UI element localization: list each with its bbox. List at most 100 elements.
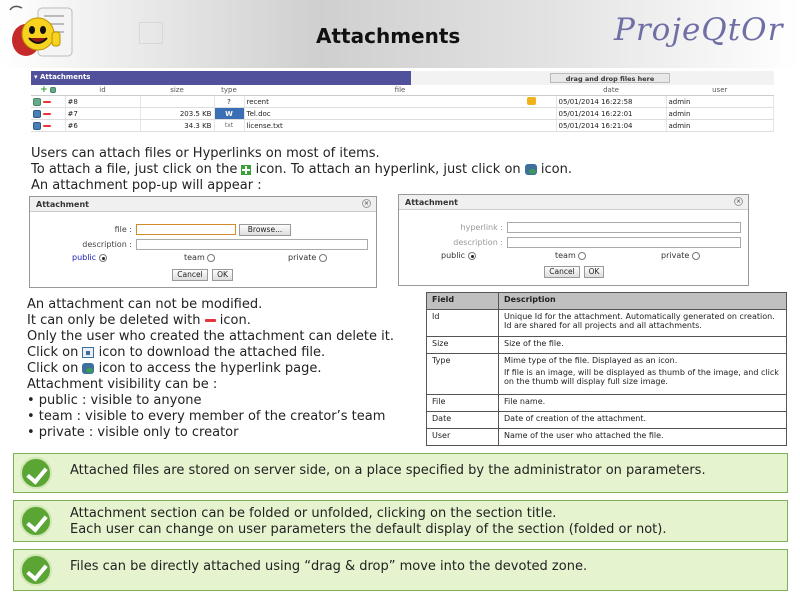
intro-line-2: To attach a file, just click on the icon… [31,162,572,178]
close-icon[interactable]: × [362,199,371,208]
cell-type: txt [214,119,245,132]
col-date: date [556,85,666,96]
header-field: Field [426,292,499,310]
browse-button[interactable]: Browse... [239,224,291,236]
download-icon[interactable] [33,121,41,130]
rules-line-5a: Click on [27,361,79,376]
ok-button[interactable]: OK [584,266,604,278]
public-label: public [72,253,97,262]
field-desc: Mime type of the file. Displayed as an i… [504,356,678,365]
private-option[interactable]: private [661,251,700,260]
delete-icon[interactable] [43,112,51,115]
attachments-section-title[interactable]: ▾ Attachments [34,73,90,81]
dialog-title-text: Attachment [36,200,89,209]
attachment-file-dialog: Attachment × file : Browse... descriptio… [29,196,377,288]
cell-date: 05/01/2014 16:22:58 [556,95,667,108]
cell-user: admin [666,95,774,108]
table-row: Id Unique Id for the attachment. Automat… [426,309,787,337]
cell-user: admin [666,119,774,132]
team-radio[interactable] [578,251,587,260]
field-desc: Unique Id for the attachment. Automatica… [498,309,787,337]
rules-line-4b: icon to download the attached file. [98,345,326,360]
col-file: file [244,85,556,96]
attachment-link-dialog: Attachment × hyperlink : description : p… [398,194,749,286]
cell-type: ? [214,95,245,108]
table-row: Type Mime type of the file. Displayed as… [426,353,787,395]
cell-date: 05/01/2014 16:21:04 [556,119,667,132]
public-radio[interactable] [467,251,476,260]
header-frame [139,22,163,44]
table-row: #7 203.5 KB W Tel.doc 05/01/2014 16:22:0… [31,107,774,120]
table-header-row: + id size type file date user [31,85,774,96]
team-radio[interactable] [207,253,216,262]
col-user: user [666,85,774,96]
rules-text: An attachment can not be modified. It ca… [27,297,394,441]
description-input[interactable] [507,237,741,248]
add-link-icon[interactable] [49,87,56,93]
cell-date: 05/01/2014 16:22:01 [556,107,667,120]
private-option[interactable]: private [288,253,327,262]
col-size: size [140,85,214,96]
cell-file: Tel.doc [244,107,557,120]
ok-button[interactable]: OK [212,269,233,281]
field-name: Size [426,336,499,354]
hyperlink-icon[interactable] [33,97,41,106]
tip-box-2: Attachment section can be folded or unfo… [13,500,788,542]
attachments-section: ▾ Attachments drag and drop files here +… [31,71,774,141]
team-label: team [555,251,576,260]
description-label: description : [82,240,132,249]
intro-line-2b: icon. To attach an hyperlink, just click… [255,162,521,177]
private-radio[interactable] [691,251,700,260]
cancel-button[interactable]: Cancel [172,269,208,281]
intro-line-2c: icon. [540,162,573,177]
private-radio[interactable] [318,253,327,262]
tip-text: Attached files are stored on server side… [70,463,706,478]
team-label: team [184,253,205,262]
table-row: Date Date of creation of the attachment. [426,411,787,429]
rules-line-5b: icon to access the hyperlink page. [98,361,322,376]
dialog-title: Attachment × [399,195,748,210]
table-row: Size Size of the file. [426,336,787,354]
public-option[interactable]: public [72,253,107,262]
delete-icon[interactable] [43,124,51,127]
download-icon[interactable] [33,109,41,118]
field-table-header: Field Description [426,292,787,310]
add-file-icon[interactable]: + [40,85,48,95]
cell-size [140,95,215,108]
field-name: Type [426,353,499,395]
tip-box-3: Files can be directly attached using “dr… [13,549,788,591]
rules-line-5: Click on icon to access the hyperlink pa… [27,361,394,377]
public-radio[interactable] [98,253,107,262]
cancel-button[interactable]: Cancel [544,266,580,278]
private-label: private [288,253,317,262]
drag-drop-zone[interactable]: drag and drop files here [550,73,670,83]
file-input[interactable] [136,224,236,235]
table-row: #8 ? recent 05/01/2014 16:22:58 admin [31,95,774,108]
intro-line-3: An attachment pop-up will appear : [31,178,262,193]
tip-box-1: Attached files are stored on server side… [13,453,788,493]
row-actions [31,107,66,120]
team-option[interactable]: team [555,251,587,260]
field-name: Date [426,411,499,429]
download-icon [82,347,95,358]
dialog-title: Attachment × [30,197,376,212]
field-desc-cell: Mime type of the file. Displayed as an i… [498,353,787,395]
hyperlink-icon [82,363,95,374]
close-icon[interactable]: × [734,197,743,206]
delete-icon[interactable] [43,100,51,103]
cell-type: W [214,107,245,120]
public-option[interactable]: public [441,251,476,260]
description-input[interactable] [136,239,368,250]
rules-line-2a: It can only be deleted with [27,313,201,328]
team-option[interactable]: team [184,253,216,262]
file-name: recent [246,97,269,106]
cell-file: license.txt [244,119,557,132]
rules-line-2b: icon. [219,313,251,328]
hyperlink-label: hyperlink : [460,223,503,232]
hand-icon [526,97,536,105]
rules-line-8: • team : visible to every member of the … [27,409,386,424]
table-row: #6 34.3 KB txt license.txt 05/01/2014 16… [31,119,774,132]
checkmark-icon [20,505,52,537]
hyperlink-input[interactable] [507,222,741,233]
attachments-section-header[interactable]: ▾ Attachments drag and drop files here [31,71,774,85]
